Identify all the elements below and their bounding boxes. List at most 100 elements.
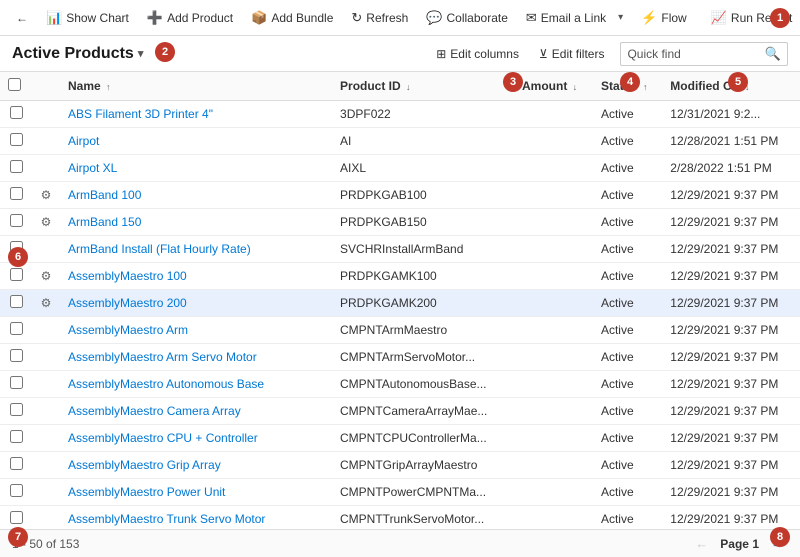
row-name-cell[interactable]: ArmBand 100	[60, 182, 332, 209]
product-name-link[interactable]: AssemblyMaestro 200	[68, 296, 187, 310]
product-name-link[interactable]: ABS Filament 3D Printer 4"	[68, 107, 213, 121]
product-name-link[interactable]: AssemblyMaestro Autonomous Base	[68, 377, 264, 391]
row-name-cell[interactable]: Airpot	[60, 128, 332, 155]
row-icon-cell	[32, 128, 60, 155]
product-name-link[interactable]: AssemblyMaestro 100	[68, 269, 187, 283]
row-name-cell[interactable]: AssemblyMaestro Trunk Servo Motor	[60, 506, 332, 530]
row-checkbox-cell[interactable]	[0, 290, 32, 317]
select-all-checkbox[interactable]	[8, 78, 21, 91]
status-column-header[interactable]: Status ↑	[593, 72, 662, 101]
edit-filters-button[interactable]: ⊻ Edit filters	[535, 45, 608, 63]
product-name-link[interactable]: ArmBand Install (Flat Hourly Rate)	[68, 242, 251, 256]
row-checkbox-cell[interactable]	[0, 452, 32, 479]
row-product-id-cell: PRDPKGAMK200	[332, 290, 514, 317]
row-checkbox-cell[interactable]	[0, 425, 32, 452]
row-checkbox[interactable]	[10, 349, 23, 362]
row-product-id-cell: CMPNTGripArrayMaestro	[332, 452, 514, 479]
product-name-link[interactable]: Airpot XL	[68, 161, 117, 175]
show-chart-button[interactable]: 📊 Show Chart	[38, 6, 137, 30]
row-name-cell[interactable]: Airpot XL	[60, 155, 332, 182]
row-modified-cell: 12/29/2021 9:37 PM	[662, 182, 800, 209]
row-checkbox[interactable]	[10, 322, 23, 335]
row-checkbox-cell[interactable]	[0, 398, 32, 425]
product-name-link[interactable]: AssemblyMaestro Arm	[68, 323, 188, 337]
row-name-cell[interactable]: AssemblyMaestro Arm	[60, 317, 332, 344]
row-name-cell[interactable]: AssemblyMaestro 100	[60, 263, 332, 290]
product-name-link[interactable]: AssemblyMaestro Camera Array	[68, 404, 241, 418]
email-link-button[interactable]: ✉ Email a Link	[518, 6, 614, 30]
row-checkbox-cell[interactable]	[0, 263, 32, 290]
row-checkbox-cell[interactable]	[0, 182, 32, 209]
table-row: AssemblyMaestro Trunk Servo Motor CMPNTT…	[0, 506, 800, 530]
row-checkbox[interactable]	[10, 133, 23, 146]
product-name-link[interactable]: Airpot	[68, 134, 99, 148]
row-name-cell[interactable]: AssemblyMaestro Camera Array	[60, 398, 332, 425]
row-checkbox[interactable]	[10, 106, 23, 119]
flow-button[interactable]: ⚡ Flow	[633, 6, 695, 30]
view-title-chevron[interactable]: ▾	[138, 47, 144, 60]
row-checkbox[interactable]	[10, 160, 23, 173]
row-checkbox[interactable]	[10, 187, 23, 200]
row-checkbox-cell[interactable]	[0, 155, 32, 182]
row-name-cell[interactable]: ABS Filament 3D Printer 4"	[60, 101, 332, 128]
row-name-cell[interactable]: ArmBand 150	[60, 209, 332, 236]
row-product-id-cell: CMPNTPowerCMPNTMa...	[332, 479, 514, 506]
product-name-link[interactable]: ArmBand 100	[68, 188, 141, 202]
row-name-cell[interactable]: AssemblyMaestro Arm Servo Motor	[60, 344, 332, 371]
prev-page-button[interactable]: ←	[691, 536, 712, 551]
row-checkbox[interactable]	[10, 241, 23, 254]
row-checkbox[interactable]	[10, 403, 23, 416]
toolbar-more-chevron[interactable]: ▾	[616, 8, 625, 27]
refresh-icon: ↻	[351, 10, 362, 26]
row-checkbox[interactable]	[10, 376, 23, 389]
row-checkbox-cell[interactable]	[0, 317, 32, 344]
edit-columns-button[interactable]: ⊞ Edit columns	[432, 45, 523, 63]
add-product-button[interactable]: ➕ Add Product	[139, 6, 241, 30]
product-name-link[interactable]: AssemblyMaestro CPU + Controller	[68, 431, 258, 445]
row-checkbox[interactable]	[10, 268, 23, 281]
product-name-link[interactable]: AssemblyMaestro Power Unit	[68, 485, 225, 499]
run-report-button[interactable]: 📈 Run Report	[703, 6, 800, 30]
add-bundle-button[interactable]: 📦 Add Bundle	[243, 6, 341, 30]
row-checkbox-cell[interactable]	[0, 371, 32, 398]
row-checkbox[interactable]	[10, 457, 23, 470]
product-name-link[interactable]: AssemblyMaestro Grip Array	[68, 458, 221, 472]
search-icon[interactable]: 🔍	[765, 46, 781, 62]
refresh-button[interactable]: ↻ Refresh	[343, 6, 416, 30]
row-checkbox[interactable]	[10, 295, 23, 308]
product-name-link[interactable]: AssemblyMaestro Arm Servo Motor	[68, 350, 257, 364]
row-checkbox-cell[interactable]	[0, 236, 32, 263]
modified-on-column-header[interactable]: Modified On ↓	[662, 72, 800, 101]
row-checkbox-cell[interactable]	[0, 209, 32, 236]
row-checkbox-cell[interactable]	[0, 128, 32, 155]
row-modified-cell: 12/29/2021 9:37 PM	[662, 425, 800, 452]
row-checkbox[interactable]	[10, 214, 23, 227]
amount-column-header[interactable]: Amount ↓	[514, 72, 593, 101]
next-page-button[interactable]: →	[767, 536, 788, 551]
row-name-cell[interactable]: AssemblyMaestro CPU + Controller	[60, 425, 332, 452]
quick-find-input[interactable]	[685, 47, 765, 61]
row-checkbox[interactable]	[10, 484, 23, 497]
row-name-cell[interactable]: AssemblyMaestro Power Unit	[60, 479, 332, 506]
row-checkbox[interactable]	[10, 511, 23, 524]
table-row: AssemblyMaestro Arm CMPNTArmMaestro Acti…	[0, 317, 800, 344]
row-name-cell[interactable]: ArmBand Install (Flat Hourly Rate)	[60, 236, 332, 263]
row-name-cell[interactable]: AssemblyMaestro 200	[60, 290, 332, 317]
name-column-header[interactable]: Name ↑	[60, 72, 332, 101]
row-checkbox-cell[interactable]	[0, 101, 32, 128]
row-checkbox-cell[interactable]	[0, 344, 32, 371]
product-name-link[interactable]: AssemblyMaestro Trunk Servo Motor	[68, 512, 265, 526]
product-name-link[interactable]: ArmBand 150	[68, 215, 141, 229]
collaborate-button[interactable]: 💬 Collaborate	[418, 6, 516, 30]
row-icon-cell: ⚙	[32, 182, 60, 209]
row-name-cell[interactable]: AssemblyMaestro Grip Array	[60, 452, 332, 479]
back-button[interactable]: ←	[8, 7, 36, 29]
row-name-cell[interactable]: AssemblyMaestro Autonomous Base	[60, 371, 332, 398]
select-all-header[interactable]	[0, 72, 32, 101]
product-id-column-header[interactable]: Product ID ↓	[332, 72, 514, 101]
amount-sort-icon: ↓	[573, 82, 578, 92]
edit-filters-label: Edit filters	[552, 47, 605, 61]
row-checkbox-cell[interactable]	[0, 506, 32, 530]
row-checkbox-cell[interactable]	[0, 479, 32, 506]
row-checkbox[interactable]	[10, 430, 23, 443]
